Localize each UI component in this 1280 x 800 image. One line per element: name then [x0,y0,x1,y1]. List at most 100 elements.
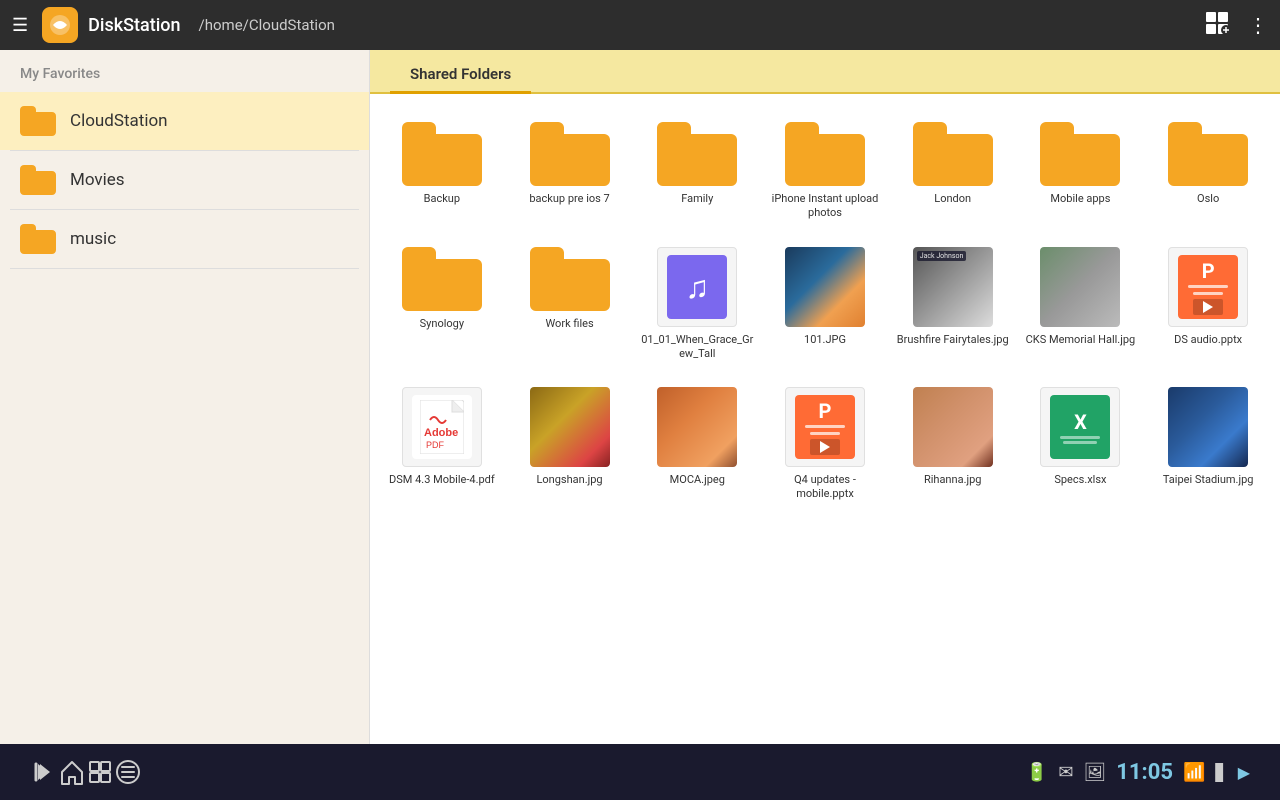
arrow-icon: ▶ [1238,763,1250,782]
folder-icon-lg [402,122,482,186]
image-thumbnail [913,387,993,467]
file-item-101jpg[interactable]: 101.JPG [763,239,887,370]
breadcrumb: /home/CloudStation [199,16,1194,34]
file-item-backup[interactable]: Backup [380,114,504,229]
folder-icon-lg [530,122,610,186]
file-name: Brushfire Fairytales.jpg [897,333,1009,347]
file-item-london[interactable]: London [891,114,1015,229]
menu-button[interactable] [114,758,142,786]
signal-icon: ▋ [1215,763,1227,782]
sidebar-item-movies[interactable]: Movies [0,151,369,209]
file-item-work-files[interactable]: Work files [508,239,632,370]
image-thumbnail: Jack Johnson [913,247,993,327]
image-thumbnail [785,247,865,327]
ppt-file-icon: P [1168,247,1248,327]
folder-icon [20,106,56,136]
gallery-icon: 🖼 [1083,762,1106,783]
file-name: Q4 updates - mobile.pptx [767,473,883,502]
svg-text:Adobe: Adobe [424,427,458,439]
my-favorites-label: My Favorites [0,50,369,92]
back-button[interactable] [30,758,58,786]
file-name: Synology [420,317,464,331]
file-name: Backup [424,192,460,206]
home-button[interactable] [58,758,86,786]
file-name: Longshan.jpg [536,473,602,487]
hamburger-icon[interactable]: ☰ [12,15,28,36]
file-name: Oslo [1197,192,1219,206]
ppt-icon-inner: P [795,395,855,459]
file-item-dsm43[interactable]: Adobe PDF DSM 4.3 Mobile-4.pdf [380,379,504,510]
folder-icon-lg [785,122,865,186]
file-name: 101.JPG [804,333,846,347]
file-item-longshan[interactable]: Longshan.jpg [508,379,632,510]
grid-view-icon[interactable] [1204,10,1230,41]
file-item-iphone-instant-upload[interactable]: iPhone Instant upload photos [763,114,887,229]
file-name: backup pre ios 7 [529,192,609,206]
folder-icon-lg [402,247,482,311]
file-name: Rihanna.jpg [924,473,982,487]
xlsx-file-icon: X [1040,387,1120,467]
file-item-music-01[interactable]: ♫ 01_01_When_Grace_Grew_Tall [635,239,759,370]
tabs: Shared Folders [370,50,1280,94]
file-item-cks[interactable]: CKS Memorial Hall.jpg [1019,239,1143,370]
xlsx-icon-inner: X [1050,395,1110,459]
status-bar-right: 🔋 ✉ 🖼 11:05 📶 ▋ ▶ [1026,760,1250,785]
file-item-mobile-apps[interactable]: Mobile apps [1019,114,1143,229]
battery-icon: 🔋 [1026,762,1048,783]
more-menu-icon[interactable]: ⋮ [1248,13,1268,37]
tab-shared-folders[interactable]: Shared Folders [390,57,531,94]
file-item-backup-pre-ios7[interactable]: backup pre ios 7 [508,114,632,229]
file-name: London [934,192,971,206]
file-item-synology[interactable]: Synology [380,239,504,370]
file-item-ds-audio[interactable]: P DS audio.pptx [1146,239,1270,370]
file-item-oslo[interactable]: Oslo [1146,114,1270,229]
bottom-bar: 🔋 ✉ 🖼 11:05 📶 ▋ ▶ [0,744,1280,800]
sidebar-item-label: CloudStation [70,111,168,131]
sidebar: My Favorites CloudStation Movies music [0,50,370,744]
folder-icon-lg [913,122,993,186]
folder-icon-lg [1168,122,1248,186]
file-name: Mobile apps [1050,192,1110,206]
app-logo [42,7,78,43]
mail-icon: ✉ [1058,762,1073,783]
file-item-specs[interactable]: X Specs.xlsx [1019,379,1143,510]
image-thumbnail [1168,387,1248,467]
sidebar-item-label: music [70,229,116,249]
pdf-icon-inner: Adobe PDF [412,395,472,459]
wifi-icon: 📶 [1183,762,1205,783]
svg-text:PDF: PDF [426,440,445,450]
recents-button[interactable] [86,758,114,786]
ppt-icon-inner: P [1178,255,1238,319]
app-title: DiskStation [88,15,180,36]
folder-icon-lg [530,247,610,311]
pdf-file-icon: Adobe PDF [402,387,482,467]
image-thumbnail [530,387,610,467]
file-item-family[interactable]: Family [635,114,759,229]
folder-icon-lg [1040,122,1120,186]
file-name: DSM 4.3 Mobile-4.pdf [389,473,495,487]
file-name: 01_01_When_Grace_Grew_Tall [639,333,755,362]
music-icon-inner: ♫ [667,255,727,319]
clock-display: 11:05 [1116,760,1173,785]
sidebar-item-music[interactable]: music [0,210,369,268]
sidebar-item-cloudstation[interactable]: CloudStation [0,92,369,150]
folder-icon [20,224,56,254]
file-name: Specs.xlsx [1054,473,1106,487]
music-file-icon: ♫ [657,247,737,327]
content-area: My Favorites CloudStation Movies music S… [0,50,1280,744]
file-item-rihanna[interactable]: Rihanna.jpg [891,379,1015,510]
file-name: iPhone Instant upload photos [767,192,883,221]
file-item-q4updates[interactable]: P Q4 updates - mobile.pptx [763,379,887,510]
main-area: Shared Folders Backup backup pre ios 7 F… [370,50,1280,744]
ppt-file-icon: P [785,387,865,467]
topbar: ☰ DiskStation /home/CloudStation ⋮ [0,0,1280,50]
folder-icon-lg [657,122,737,186]
folder-icon [20,165,56,195]
image-thumbnail [1040,247,1120,327]
file-item-brushfire[interactable]: Jack Johnson Brushfire Fairytales.jpg [891,239,1015,370]
image-thumbnail [657,387,737,467]
file-name: MOCA.jpeg [670,473,725,487]
file-name: Taipei Stadium.jpg [1163,473,1254,487]
file-item-taipei[interactable]: Taipei Stadium.jpg [1146,379,1270,510]
file-item-moca[interactable]: MOCA.jpeg [635,379,759,510]
